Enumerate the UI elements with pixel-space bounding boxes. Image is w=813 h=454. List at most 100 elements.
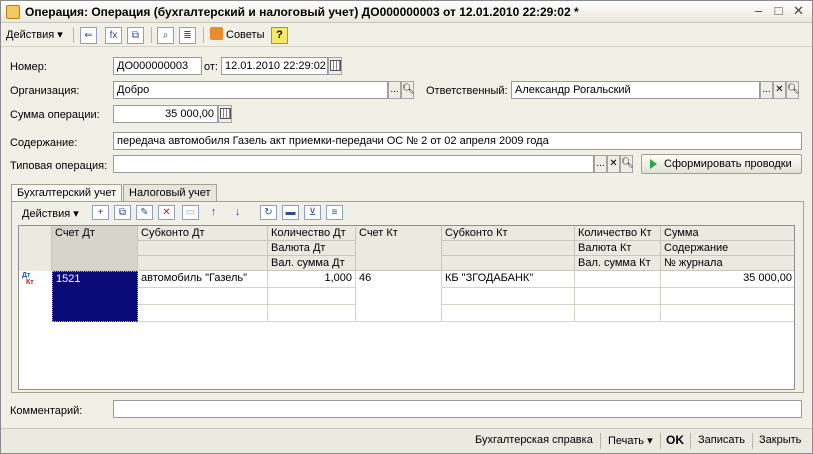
- close-button[interactable]: ✕: [790, 4, 807, 20]
- generate-entries-button[interactable]: Сформировать проводки: [641, 154, 802, 174]
- col-header-schet-kt[interactable]: Счет Кт: [356, 226, 442, 271]
- print-label: Печать: [608, 435, 645, 447]
- cell-nomer-zhurnala[interactable]: [661, 305, 794, 322]
- bottom-bar: Бухгалтерская справка Печать ▾ OK Записа…: [1, 428, 812, 453]
- maximize-button[interactable]: □: [770, 4, 787, 20]
- subkonto-kt-header: Субконто Кт: [442, 226, 574, 241]
- actions-menu[interactable]: Действия ▾: [6, 28, 63, 41]
- sum-field[interactable]: 35 000,00: [113, 105, 218, 123]
- content-label: Содержание:: [10, 137, 78, 149]
- sovety-label: Советы: [226, 29, 265, 41]
- cell-summa[interactable]: 35 000,00: [661, 271, 794, 288]
- cell-subkonto-dt-3[interactable]: [138, 305, 268, 322]
- toolbar-divider: [203, 27, 204, 43]
- typical-select-button[interactable]: ...: [594, 155, 607, 173]
- settings-list-icon[interactable]: ≡: [326, 205, 343, 220]
- title-bar: Операция: Операция (бухгалтерский и нало…: [1, 1, 812, 23]
- subkonto-kt-header-2: [442, 241, 574, 256]
- find-doc-icon[interactable]: ⌕: [157, 27, 174, 44]
- add-row-icon[interactable]: +: [92, 205, 109, 220]
- col-header-subkonto-kt[interactable]: Субконто Кт: [442, 226, 575, 271]
- calculator-icon: [220, 108, 231, 119]
- bottom-divider: [690, 433, 691, 449]
- calendar-button[interactable]: [328, 57, 342, 75]
- minimize-button[interactable]: –: [750, 4, 767, 20]
- move-up-icon[interactable]: ↑: [206, 205, 221, 220]
- cell-kol-kt[interactable]: [575, 271, 661, 288]
- formula-icon[interactable]: fx: [105, 27, 122, 44]
- filter-icon[interactable]: ⊻: [304, 205, 321, 220]
- cell-subkonto-kt-3[interactable]: [442, 305, 575, 322]
- arrow-left-icon[interactable]: ⇐: [80, 27, 97, 44]
- resp-select-button[interactable]: ...: [760, 81, 773, 99]
- search-icon[interactable]: 🔍︎: [620, 155, 634, 173]
- grid-actions-label: Действия: [22, 208, 71, 220]
- journal-icon[interactable]: ≣: [179, 27, 196, 44]
- cell-subkonto-kt-1[interactable]: КБ "ЗГОДАБАНК": [442, 271, 575, 288]
- cell-schet-kt[interactable]: 46: [356, 271, 442, 322]
- pen-icon: [210, 27, 223, 40]
- search-icon[interactable]: 🔍︎: [401, 81, 415, 99]
- search-icon[interactable]: 🔍︎: [786, 81, 800, 99]
- col-header-kol-dt[interactable]: Количество Дт Валюта Дт Вал. сумма Дт: [268, 226, 356, 271]
- soderzhanie-header: Содержание: [661, 241, 794, 256]
- org-select-button[interactable]: ...: [388, 81, 401, 99]
- row-icon-header: [19, 226, 52, 271]
- org-field[interactable]: Добро: [113, 81, 388, 99]
- tab-nalog-uchet[interactable]: Налоговый учет: [123, 184, 217, 201]
- nomer-field[interactable]: ДО000000003: [113, 57, 202, 75]
- bottom-divider: [660, 433, 661, 449]
- refresh-icon[interactable]: ↻: [260, 205, 277, 220]
- cell-subkonto-kt-2[interactable]: [442, 288, 575, 305]
- cell-valuta-kt[interactable]: [575, 288, 661, 305]
- delete-row-icon[interactable]: ✕: [158, 205, 175, 220]
- actions-label: Действия: [6, 29, 55, 41]
- save-button[interactable]: Записать: [698, 434, 745, 446]
- help-button[interactable]: ?: [271, 27, 288, 44]
- close-icon[interactable]: ✕: [607, 155, 620, 173]
- chevron-down-icon: ▾: [647, 435, 653, 447]
- copy-icon[interactable]: ⧉: [127, 27, 144, 44]
- cell-subkonto-dt-2[interactable]: [138, 288, 268, 305]
- cell-val-summa-kt[interactable]: [575, 305, 661, 322]
- print-menu[interactable]: Печать ▾: [608, 434, 653, 447]
- end-edit-icon[interactable]: ▭: [182, 205, 199, 220]
- tab-buh-uchet[interactable]: Бухгалтерский учет: [11, 184, 123, 202]
- cell-subkonto-dt-1[interactable]: автомобиль "Газель": [138, 271, 268, 288]
- resp-field[interactable]: Александр Рогальский: [511, 81, 760, 99]
- cell-val-summa-dt[interactable]: [268, 305, 356, 322]
- window-title: Операция: Операция (бухгалтерский и нало…: [25, 5, 579, 19]
- chevron-down-icon: ▾: [57, 29, 63, 41]
- date-field[interactable]: 12.01.2010 22:29:02: [221, 57, 328, 75]
- cell-schet-dt[interactable]: 1521: [52, 271, 138, 322]
- typical-field[interactable]: [113, 155, 594, 173]
- move-down-icon[interactable]: ↓: [230, 205, 245, 220]
- copy-row-icon[interactable]: ⧉: [114, 205, 131, 220]
- grid-actions-menu[interactable]: Действия ▾: [22, 207, 79, 220]
- fill-icon[interactable]: ▬: [282, 205, 299, 220]
- typical-label: Типовая операция:: [10, 160, 108, 172]
- edit-row-icon[interactable]: ✎: [136, 205, 153, 220]
- col-header-summa[interactable]: Сумма Содержание № журнала: [661, 226, 794, 271]
- val-summa-dt-header: Вал. сумма Дт: [268, 256, 355, 271]
- generate-entries-label: Сформировать проводки: [664, 158, 792, 170]
- cell-soderzhanie[interactable]: [661, 288, 794, 305]
- calendar-icon: [330, 60, 341, 71]
- ok-button[interactable]: OK: [666, 433, 684, 447]
- spravka-button[interactable]: Бухгалтерская справка: [475, 434, 593, 446]
- close-form-button[interactable]: Закрыть: [759, 434, 801, 446]
- calculator-button[interactable]: [218, 105, 232, 123]
- dt-kt-icon: Дт Кт: [22, 272, 34, 286]
- cell-valuta-dt[interactable]: [268, 288, 356, 305]
- play-icon: [650, 159, 657, 169]
- sovety-button[interactable]: Советы: [210, 27, 264, 41]
- bottom-divider: [600, 433, 601, 449]
- entries-table[interactable]: Счет Дт Субконто Дт Количество Дт Валюта…: [18, 225, 795, 390]
- col-header-subkonto-dt[interactable]: Субконто Дт: [138, 226, 268, 271]
- cell-kol-dt[interactable]: 1,000: [268, 271, 356, 288]
- col-header-kol-kt[interactable]: Количество Кт Валюта Кт Вал. сумма Кт: [575, 226, 661, 271]
- comment-field[interactable]: [113, 400, 802, 418]
- content-field[interactable]: передача автомобиля Газель акт приемки-п…: [113, 132, 802, 150]
- col-header-schet-dt[interactable]: Счет Дт: [52, 226, 138, 271]
- close-icon[interactable]: ✕: [773, 81, 786, 99]
